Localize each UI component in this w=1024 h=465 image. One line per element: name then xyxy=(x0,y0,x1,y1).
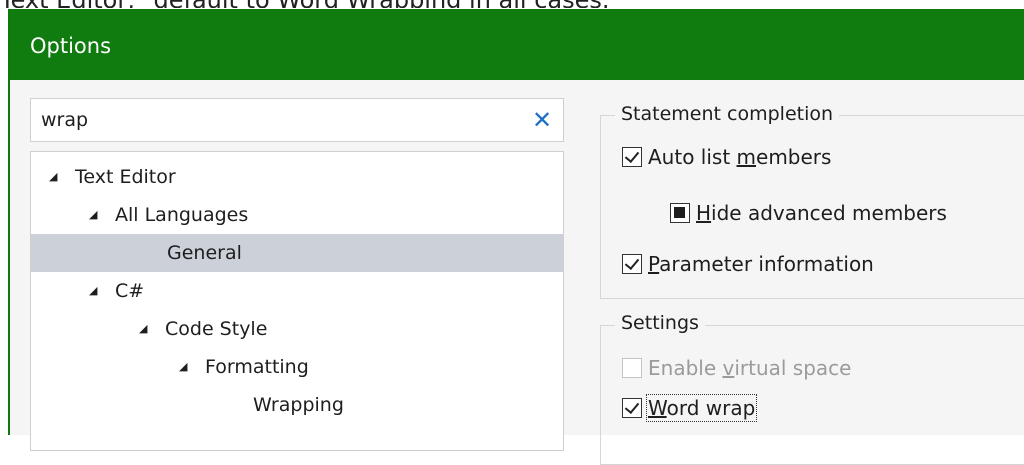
option-label: Enable xyxy=(648,356,723,380)
caret-down-icon[interactable]: ◢ xyxy=(139,310,147,348)
search-input[interactable] xyxy=(31,99,521,141)
option-label: ord wrap xyxy=(666,396,756,420)
enable-virtual-space-checkbox xyxy=(622,358,642,378)
word-wrap-checkbox[interactable] xyxy=(622,398,642,418)
auto-list-members-option[interactable]: Auto list members xyxy=(622,142,831,172)
option-label-accel: W xyxy=(648,396,667,420)
background-caption-text: Text Editor, "default to Word Wrapping i… xyxy=(0,0,1024,8)
caret-down-icon[interactable]: ◢ xyxy=(49,158,57,196)
tree-item-csharp[interactable]: ◢ C# xyxy=(31,272,563,310)
tree-item-all-languages[interactable]: ◢ All Languages xyxy=(31,196,563,234)
tree-item-label: Wrapping xyxy=(253,394,344,416)
tree-item-label: C# xyxy=(115,280,145,302)
option-label-accel: m xyxy=(736,145,757,169)
word-wrap-option[interactable]: Word wrap xyxy=(622,393,758,423)
options-dialog: Options ✕ ◢ Text Editor ◢ All Languages … xyxy=(8,9,1024,465)
option-label: Auto list xyxy=(648,145,737,169)
parameter-information-checkbox[interactable] xyxy=(622,254,642,274)
tree-item-wrapping[interactable]: Wrapping xyxy=(31,386,563,424)
word-wrap-label: Word wrap xyxy=(645,394,758,422)
enable-virtual-space-option: Enable virtual space xyxy=(622,353,851,383)
hide-advanced-members-checkbox[interactable] xyxy=(670,203,690,223)
tree-item-label: Text Editor xyxy=(75,166,176,188)
tree-item-formatting[interactable]: ◢ Formatting xyxy=(31,348,563,386)
option-label: ide advanced members xyxy=(711,201,947,225)
tree-item-general[interactable]: General xyxy=(31,234,563,272)
caret-down-icon[interactable]: ◢ xyxy=(89,196,97,234)
option-label-accel: v xyxy=(722,356,735,380)
statement-completion-title: Statement completion xyxy=(615,103,840,125)
option-label-accel: P xyxy=(648,252,660,276)
tree-item-label: General xyxy=(167,242,242,264)
search-box: ✕ xyxy=(30,98,564,142)
option-label: irtual space xyxy=(734,356,852,380)
close-icon[interactable]: ✕ xyxy=(529,106,555,134)
settings-title: Settings xyxy=(615,312,705,334)
tree-item-code-style[interactable]: ◢ Code Style xyxy=(31,310,563,348)
parameter-information-option[interactable]: Parameter information xyxy=(622,249,874,279)
tree-item-label: All Languages xyxy=(115,204,249,226)
option-label-accel: H xyxy=(696,201,712,225)
caret-down-icon[interactable]: ◢ xyxy=(89,272,97,310)
tree-item-text-editor[interactable]: ◢ Text Editor xyxy=(31,158,563,196)
title-bar: Options xyxy=(10,9,1024,80)
option-label: embers xyxy=(756,145,832,169)
tree-item-label: Formatting xyxy=(205,356,309,378)
caret-down-icon[interactable]: ◢ xyxy=(179,348,187,386)
window-title: Options xyxy=(30,34,112,58)
auto-list-members-checkbox[interactable] xyxy=(622,147,642,167)
option-label: arameter information xyxy=(659,252,874,276)
options-tree: ◢ Text Editor ◢ All Languages General ◢ … xyxy=(30,151,564,451)
hide-advanced-members-option[interactable]: Hide advanced members xyxy=(670,198,947,228)
tree-item-label: Code Style xyxy=(165,318,268,340)
